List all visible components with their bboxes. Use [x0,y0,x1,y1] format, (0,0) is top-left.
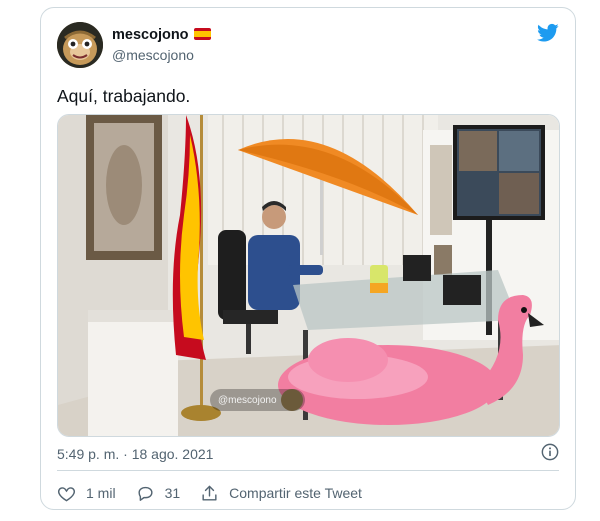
divider [57,470,559,471]
spain-flag-icon [193,28,211,40]
display-name[interactable]: mescojono [112,27,211,43]
reply-count: 31 [164,485,181,501]
info-icon[interactable] [541,443,559,461]
reply-button[interactable]: 31 [136,484,181,503]
image-watermark: @mescojono [210,389,305,411]
tweet-card[interactable]: mescojono @mescojono Aquí, trabajando. @… [40,7,576,510]
watermark-text: @mescojono [218,394,277,406]
tweet-timestamp[interactable]: 5:49 p. m. · 18 ago. 2021 [57,446,213,462]
avatar[interactable] [57,22,103,68]
tweet-photo[interactable]: @mescojono [57,114,560,437]
heart-icon [58,486,75,501]
display-name-text[interactable]: mescojono [112,27,189,43]
tweet-actions: 1 mil 31 Compartir este Tweet [57,482,382,504]
twitter-bird-icon[interactable] [537,23,559,43]
share-label: Compartir este Tweet [229,485,362,501]
reply-icon [138,486,153,501]
like-count: 1 mil [86,485,116,501]
watermark-avatar [280,389,303,411]
like-button[interactable]: 1 mil [57,484,116,503]
share-icon [202,485,217,501]
share-button[interactable]: Compartir este Tweet [200,484,362,503]
office-scene-image [58,115,559,436]
tweet-text: Aquí, trabajando. [57,86,191,106]
user-handle[interactable]: @mescojono [112,47,194,63]
